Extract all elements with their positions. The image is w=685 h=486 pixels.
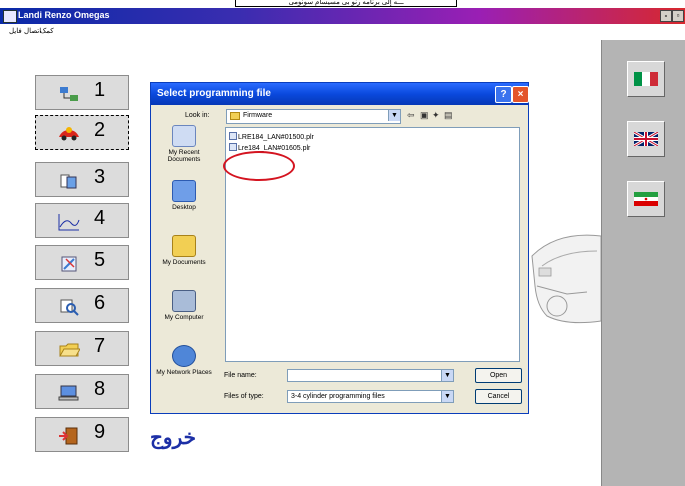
language-panel <box>601 40 685 486</box>
app-icon <box>3 10 17 23</box>
computer-icon <box>58 384 80 402</box>
button-number: 9 <box>94 421 106 443</box>
button-number: 1 <box>94 79 106 101</box>
window-title: Landi Renzo Omegas <box>18 10 110 20</box>
help-button[interactable]: ? <box>495 86 512 103</box>
button-number: 3 <box>94 166 106 188</box>
button-number: 4 <box>94 207 106 229</box>
select-file-dialog: Select programming file ? × Look in: Fir… <box>150 82 529 414</box>
exit-door-icon <box>58 427 80 445</box>
place-recent-documents[interactable]: My Recent Documents <box>155 125 213 163</box>
file-type-label: Files of type: <box>224 393 264 400</box>
exit-label[interactable]: خروج <box>150 425 196 450</box>
car-illustration <box>531 234 601 324</box>
place-desktop[interactable]: Desktop <box>155 180 213 211</box>
place-label: My Recent Documents <box>167 149 201 163</box>
menu-button-4[interactable]: 4 <box>35 203 129 238</box>
button-number: 2 <box>94 119 106 141</box>
place-network-places[interactable]: My Network Places <box>155 345 213 376</box>
cancel-button[interactable]: Cancel <box>475 389 522 404</box>
computer-icon <box>172 290 196 312</box>
button-number: 5 <box>94 249 106 271</box>
restore-button[interactable]: ▫ <box>672 10 684 22</box>
menu-button-2[interactable]: 2 <box>35 115 129 150</box>
button-number: 7 <box>94 335 106 357</box>
title-bar: Landi Renzo Omegas - ▫ <box>0 8 685 24</box>
view-menu-icon[interactable]: ▤ <box>444 110 453 121</box>
menu-bar: کمک اتصال فایل <box>0 24 685 38</box>
chevron-down-icon[interactable]: ▼ <box>441 391 453 402</box>
chevron-down-icon[interactable]: ▼ <box>388 110 400 121</box>
dialog-title: Select programming file <box>157 88 271 99</box>
desktop-icon <box>172 180 196 202</box>
file-name-label: File name: <box>224 372 257 379</box>
globe-network-icon <box>172 345 196 367</box>
file-icon <box>229 132 237 140</box>
file-name: LRE184_LAN#01500.plr <box>238 134 314 141</box>
tree-network-icon <box>58 85 80 103</box>
file-icon <box>229 143 237 151</box>
folder-open-icon <box>58 341 81 359</box>
open-button[interactable]: Open <box>475 368 522 383</box>
graph-line-icon <box>58 213 80 231</box>
menu-item-connection[interactable]: اتصال <box>24 27 41 35</box>
close-button[interactable]: × <box>512 86 529 103</box>
button-number: 8 <box>94 378 106 400</box>
place-my-documents[interactable]: My Documents <box>155 235 213 266</box>
up-folder-icon[interactable]: ▣ <box>420 110 429 121</box>
english-flag-button[interactable] <box>627 121 665 157</box>
chevron-down-icon[interactable]: ▼ <box>441 370 453 381</box>
clock-icon <box>172 125 196 147</box>
persian-flag-button[interactable] <box>627 181 665 217</box>
menu-button-8[interactable]: 8 <box>35 374 129 409</box>
menu-item-help[interactable]: کمک <box>40 27 54 35</box>
uk-flag-icon <box>634 132 658 146</box>
dialog-title-bar: Select programming file ? × <box>151 83 529 105</box>
folder-icon <box>230 112 240 120</box>
car-icon <box>58 125 80 143</box>
highlight-circle-annotation <box>223 151 295 181</box>
menu-button-3[interactable]: 3 <box>35 162 129 197</box>
back-icon[interactable]: ⇦ <box>407 110 415 121</box>
menu-button-5[interactable]: 5 <box>35 245 129 280</box>
new-folder-icon[interactable]: ✦ <box>432 110 440 121</box>
file-name-input[interactable]: ▼ <box>287 369 454 382</box>
place-label: My Documents <box>162 259 206 266</box>
button-number: 6 <box>94 292 106 314</box>
search-icon <box>58 298 80 316</box>
file-type-dropdown[interactable]: 3-4 cylinder programming files ▼ <box>287 390 454 403</box>
look-in-value: Firmware <box>243 112 273 119</box>
menu-button-7[interactable]: 7 <box>35 331 129 366</box>
places-bar: My Recent Documents Desktop My Documents… <box>155 125 213 405</box>
look-in-dropdown[interactable]: Firmware ▼ <box>226 109 401 124</box>
menu-button-9[interactable]: 9 <box>35 417 129 452</box>
top-banner: ـــه إلى برنامه رنو بی مسیسام سونومی <box>235 0 457 7</box>
place-label: My Computer <box>164 314 204 321</box>
place-label: My Network Places <box>156 369 212 376</box>
place-my-computer[interactable]: My Computer <box>155 290 213 321</box>
look-in-label: Look in: <box>185 112 210 119</box>
minimize-button[interactable]: - <box>660 10 672 22</box>
italy-flag-icon <box>634 72 658 86</box>
menu-button-6[interactable]: 6 <box>35 288 129 323</box>
file-type-value: 3-4 cylinder programming files <box>291 393 385 400</box>
documents-folder-icon <box>172 235 196 257</box>
menu-item-file[interactable]: فایل <box>9 27 22 35</box>
italian-flag-button[interactable] <box>627 61 665 97</box>
files-icon <box>58 172 80 190</box>
menu-button-1[interactable]: 1 <box>35 75 129 110</box>
iran-flag-icon <box>634 192 658 206</box>
file-item[interactable]: LRE184_LAN#01500.plr <box>229 132 314 142</box>
tools-icon <box>58 255 80 273</box>
place-label: Desktop <box>172 204 196 211</box>
